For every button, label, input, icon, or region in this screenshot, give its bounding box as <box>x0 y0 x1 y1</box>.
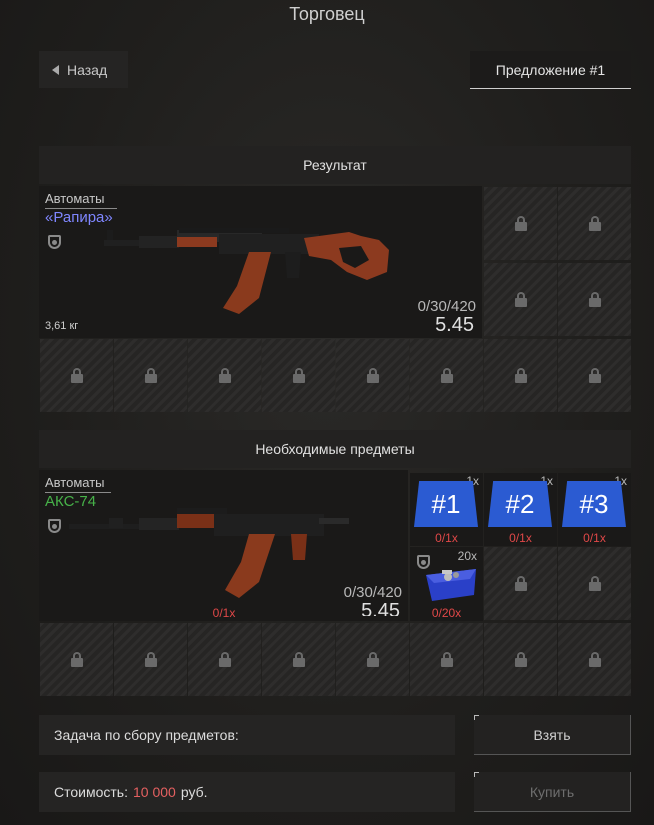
locked-slot <box>484 187 557 260</box>
parts-slot[interactable]: 20x 0/20x <box>410 547 483 621</box>
lock-icon <box>292 368 305 383</box>
required-item-card[interactable]: Автоматы АКС-74 0/30/420 5.45 0/1x <box>39 470 408 621</box>
item-ammo: 0/30/420 <box>417 298 476 315</box>
locked-slot <box>336 623 409 696</box>
item-requirement: 0/1x <box>435 531 458 545</box>
locked-slot <box>410 623 483 696</box>
cost-bar: Стоимость: 10 000 руб. <box>39 772 455 812</box>
rifle-rapira-image <box>104 228 389 314</box>
lock-icon <box>70 652 83 667</box>
item-category: Автоматы <box>45 191 117 209</box>
item-requirement: 0/1x <box>583 531 606 545</box>
lock-icon <box>366 652 379 667</box>
corner-mark <box>474 772 479 777</box>
lock-icon <box>514 652 527 667</box>
lock-icon <box>70 368 83 383</box>
shield-icon <box>48 235 61 249</box>
lock-icon <box>514 576 527 591</box>
lock-icon <box>366 368 379 383</box>
lock-icon <box>514 216 527 231</box>
locked-slot <box>114 623 187 696</box>
locked-slot <box>188 623 261 696</box>
parts-box-icon <box>426 569 476 601</box>
locked-slot <box>114 339 187 412</box>
task-bar: Задача по сбору предметов: <box>39 715 455 755</box>
locked-slot <box>336 339 409 412</box>
locked-slot <box>410 339 483 412</box>
blueprint-card: #2 <box>488 481 552 527</box>
lock-icon <box>588 292 601 307</box>
item-ammo: 0/30/420 <box>343 584 402 601</box>
lock-icon <box>588 368 601 383</box>
item-category: Автоматы <box>45 475 111 493</box>
window-title: Торговец <box>289 4 365 24</box>
item-count: 20x <box>457 549 477 563</box>
lock-icon <box>588 216 601 231</box>
locked-slot <box>558 339 631 412</box>
locked-slot <box>558 623 631 696</box>
rifle-aks74-image <box>69 508 349 598</box>
blueprint-slot-1[interactable]: 1x #1 0/1x <box>410 473 483 546</box>
locked-slot <box>262 623 335 696</box>
buy-button-label: Купить <box>529 783 575 800</box>
item-weight: 3,61 кг <box>45 320 79 332</box>
locked-slot <box>558 187 631 260</box>
back-arrow-icon <box>52 64 59 75</box>
lock-icon <box>588 576 601 591</box>
lock-icon <box>440 368 453 383</box>
blueprint-slot-2[interactable]: 1x #2 0/1x <box>484 473 557 546</box>
item-caliber: 5.45 <box>435 314 474 336</box>
lock-icon <box>218 368 231 383</box>
locked-slot <box>188 339 261 412</box>
lock-icon <box>514 292 527 307</box>
item-requirement: 0/1x <box>212 606 236 620</box>
locked-slot <box>484 547 557 620</box>
buy-button[interactable]: Купить <box>474 772 631 812</box>
result-section-header: Результат <box>39 146 631 184</box>
locked-slot <box>484 623 557 696</box>
blueprint-slot-3[interactable]: 1x #3 0/1x <box>558 473 631 546</box>
back-button-label: Назад <box>67 61 108 78</box>
locked-slot <box>484 263 557 336</box>
shield-icon <box>48 519 61 533</box>
item-requirement: 0/1x <box>509 531 532 545</box>
lock-icon <box>218 652 231 667</box>
locked-slot <box>558 263 631 336</box>
lock-icon <box>144 652 157 667</box>
lock-icon <box>588 652 601 667</box>
locked-slot <box>558 547 631 620</box>
take-button-label: Взять <box>533 726 571 743</box>
back-button[interactable]: Назад <box>39 51 128 88</box>
lock-icon <box>440 652 453 667</box>
cost-currency: руб. <box>180 784 208 800</box>
locked-slot <box>262 339 335 412</box>
locked-slot <box>40 339 113 412</box>
lock-icon <box>514 368 527 383</box>
required-section-header: Необходимые предметы <box>39 430 631 468</box>
blueprint-label: #3 <box>579 488 609 519</box>
result-item-card[interactable]: Автоматы «Рапира» 0/30/420 5.45 3,61 кг <box>39 186 482 338</box>
take-button[interactable]: Взять <box>474 715 631 755</box>
blueprint-card: #3 <box>562 481 626 527</box>
item-requirement: 0/20x <box>431 606 462 620</box>
blueprint-label: #1 <box>431 488 461 519</box>
lock-icon <box>292 652 305 667</box>
cost-value: 10 000 <box>132 784 176 800</box>
corner-mark <box>474 715 479 720</box>
task-label: Задача по сбору предметов: <box>54 727 239 743</box>
lock-icon <box>144 368 157 383</box>
locked-slot <box>484 339 557 412</box>
blueprint-label: #2 <box>505 488 535 519</box>
item-caliber: 5.45 <box>361 600 400 616</box>
cost-label: Стоимость: <box>54 784 128 800</box>
tab-offer-1[interactable]: Предложение #1 <box>470 51 631 89</box>
locked-slot <box>40 623 113 696</box>
blueprint-card: #1 <box>414 481 478 527</box>
